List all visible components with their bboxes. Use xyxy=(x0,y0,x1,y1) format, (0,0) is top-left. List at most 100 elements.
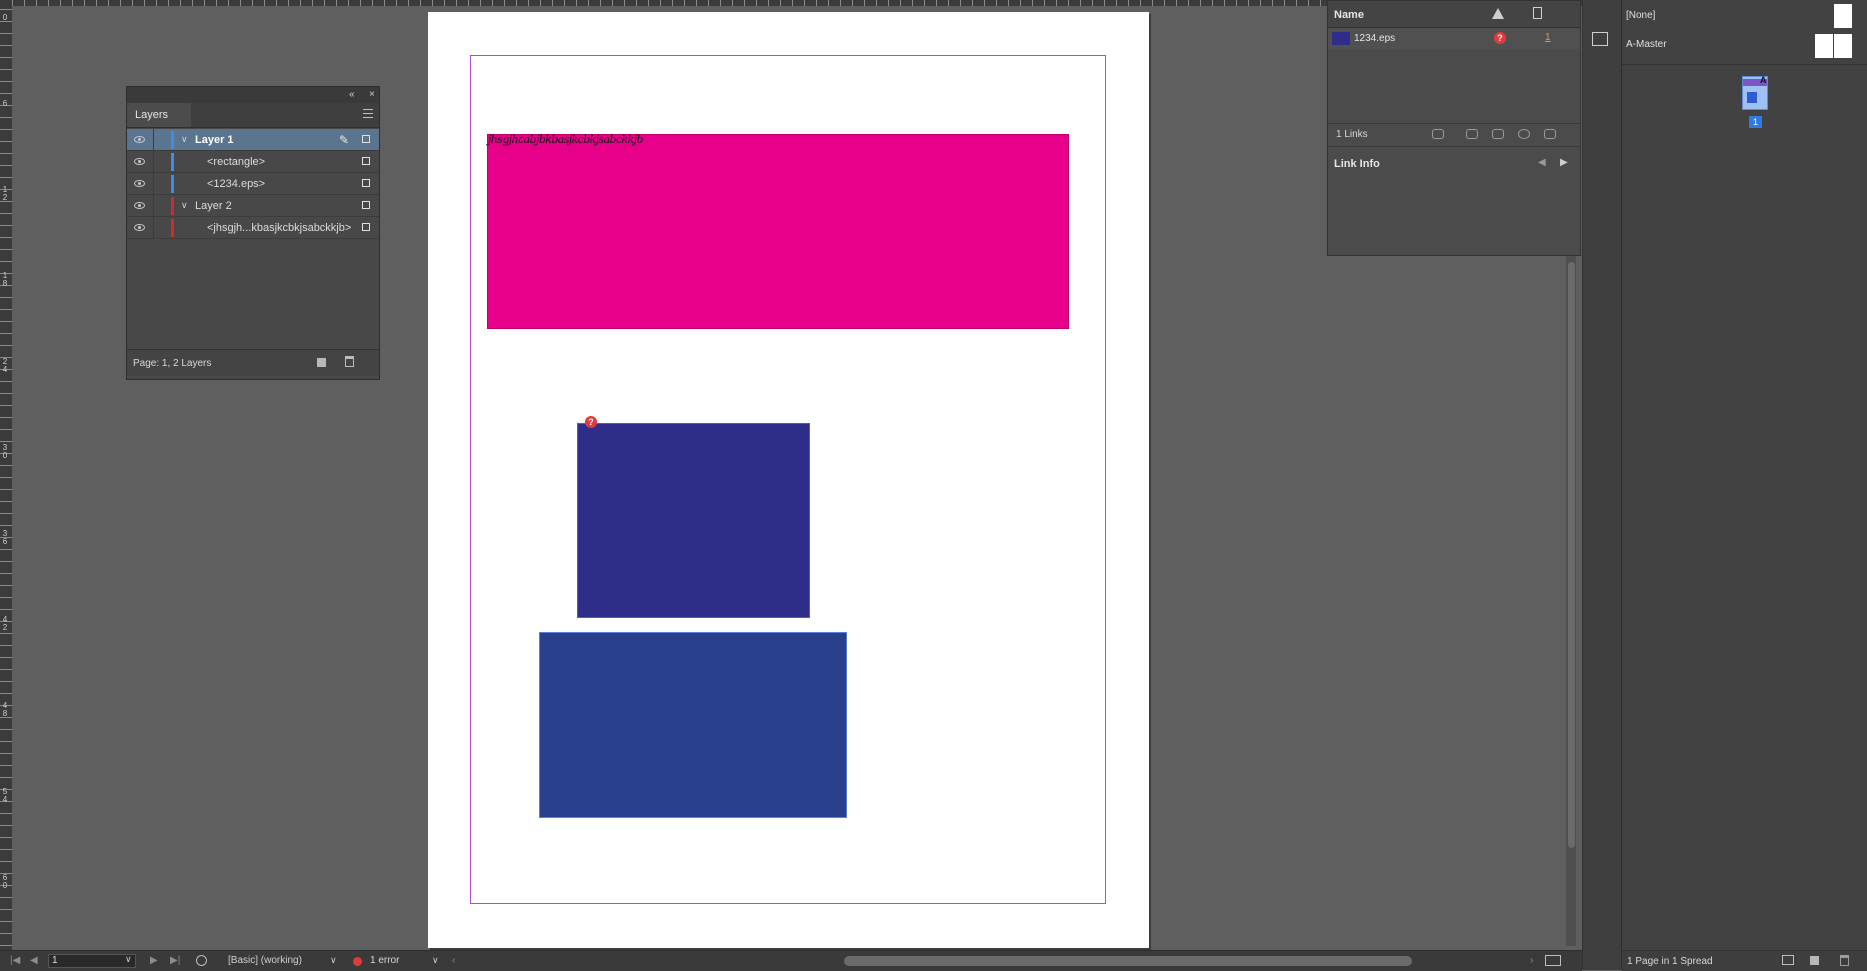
lock-column[interactable] xyxy=(153,129,154,151)
edit-original-icon[interactable] xyxy=(1544,129,1556,139)
missing-link-icon[interactable]: ? xyxy=(1494,32,1506,44)
chevron-down-icon[interactable]: ∨ xyxy=(181,134,188,145)
visibility-eye-icon[interactable] xyxy=(134,158,145,165)
close-panel-icon[interactable]: × xyxy=(369,89,375,100)
text-frame[interactable]: jhsgjhcabjbkbasjkcbkjsabckkjb xyxy=(488,133,644,146)
layers-summary: Page: 1, 2 Layers xyxy=(133,358,212,369)
scroll-left-icon[interactable]: ‹ xyxy=(452,955,455,966)
pages-panel: [None] A-Master A 1 1 Page in 1 Spread xyxy=(1621,0,1867,971)
a-master-left-thumbnail[interactable] xyxy=(1815,34,1833,58)
collapse-panel-icon[interactable]: « xyxy=(349,89,355,100)
missing-link-badge-icon[interactable]: ? xyxy=(585,416,597,428)
lock-column[interactable] xyxy=(153,151,154,173)
visibility-eye-icon[interactable] xyxy=(134,202,145,209)
lock-column[interactable] xyxy=(153,195,154,217)
blue-rectangle-frame[interactable] xyxy=(539,632,847,818)
panel-titlebar[interactable]: « × xyxy=(127,87,379,103)
split-window-icon[interactable] xyxy=(1545,955,1561,966)
collapsed-panel-strip xyxy=(1582,0,1622,970)
layer-row-rectangle[interactable]: <rectangle> xyxy=(127,151,379,173)
ruler-number: 3 0 xyxy=(2,443,8,460)
cloud-link-icon[interactable] xyxy=(1432,129,1444,139)
visibility-eye-icon[interactable] xyxy=(134,224,145,231)
next-arrow-icon[interactable]: ▶ xyxy=(1560,157,1568,168)
ruler-number: 6 0 xyxy=(2,873,8,890)
lock-column[interactable] xyxy=(153,217,154,239)
layer-row-layer-1[interactable]: ∨ Layer 1 ✎ xyxy=(127,129,379,151)
new-page-icon[interactable] xyxy=(1810,956,1819,965)
visibility-eye-icon[interactable] xyxy=(134,136,145,143)
scroll-right-icon[interactable]: › xyxy=(1530,955,1533,966)
ruler-number: 0 xyxy=(2,13,8,22)
layer-row-eps[interactable]: <1234.eps> xyxy=(127,173,379,195)
layer-color-strip xyxy=(171,175,174,193)
update-link-icon[interactable] xyxy=(1518,129,1530,139)
page-column-icon[interactable] xyxy=(1533,7,1542,19)
preflight-errors[interactable]: 1 error xyxy=(370,955,399,966)
relink-icon[interactable] xyxy=(1466,129,1478,139)
prev-page-icon[interactable]: ◀ xyxy=(30,955,38,966)
panel-icon[interactable] xyxy=(1592,32,1608,46)
page-number-badge[interactable]: 1 xyxy=(1749,116,1762,128)
warning-icon[interactable] xyxy=(1492,8,1504,19)
none-thumbnail[interactable] xyxy=(1834,4,1852,28)
visibility-eye-icon[interactable] xyxy=(134,180,145,187)
trash-icon[interactable] xyxy=(1840,955,1849,966)
page-number-field[interactable]: 1 xyxy=(48,954,136,968)
next-page-icon[interactable]: ▶ xyxy=(150,955,158,966)
new-layer-icon[interactable] xyxy=(317,358,326,367)
pink-rectangle-frame[interactable] xyxy=(487,134,1069,329)
first-page-icon[interactable]: |◀ xyxy=(10,955,20,966)
layer-label: Layer 2 xyxy=(195,200,232,212)
open-page-icon[interactable] xyxy=(196,955,207,966)
error-status-icon xyxy=(353,957,362,966)
prev-arrow-icon[interactable]: ◀ xyxy=(1538,157,1546,168)
chevron-down-icon[interactable]: ∨ xyxy=(432,955,439,966)
layer-row-layer-2[interactable]: ∨ Layer 2 xyxy=(127,195,379,217)
tab-layers[interactable]: Layers xyxy=(127,103,191,127)
link-info-label[interactable]: Link Info xyxy=(1334,158,1380,170)
last-page-icon[interactable]: ▶| xyxy=(170,955,180,966)
ruler-number: 6 xyxy=(2,99,8,108)
vertical-scroll-thumb[interactable] xyxy=(1568,262,1575,848)
object-label: <1234.eps> xyxy=(207,178,266,190)
edit-page-size-icon[interactable] xyxy=(1782,955,1794,965)
master-none[interactable]: [None] xyxy=(1626,10,1655,21)
selection-square-icon[interactable] xyxy=(362,179,370,187)
link-thumbnail xyxy=(1332,32,1350,45)
chevron-down-icon[interactable]: ∨ xyxy=(181,200,188,211)
selection-square-icon[interactable] xyxy=(362,201,370,209)
a-master-right-thumbnail[interactable] xyxy=(1834,34,1852,58)
panel-menu-icon[interactable] xyxy=(363,109,373,118)
selection-square-icon[interactable] xyxy=(362,135,370,143)
column-header-name[interactable]: Name xyxy=(1334,9,1364,21)
chevron-down-icon[interactable]: ∨ xyxy=(330,955,337,966)
link-page-number[interactable]: 1 xyxy=(1545,32,1551,43)
object-label: <rectangle> xyxy=(207,156,266,168)
ruler-number: 5 4 xyxy=(2,787,8,804)
ruler-number: 1 8 xyxy=(2,271,8,288)
horizontal-scroll-thumb[interactable] xyxy=(844,956,1412,966)
link-row[interactable]: 1234.eps ? 1 xyxy=(1328,29,1580,49)
layer-row-text-frame[interactable]: <jhsgjh...kbasjkcbkjsabckkjb> xyxy=(127,217,379,239)
master-a[interactable]: A-Master xyxy=(1626,39,1667,50)
link-info-bar: Link Info ◀ ▶ xyxy=(1328,153,1580,173)
preflight-profile[interactable]: [Basic] (working) xyxy=(228,955,302,966)
chevron-down-icon[interactable]: ∨ xyxy=(125,954,132,965)
goto-link-icon[interactable] xyxy=(1492,129,1504,139)
links-toolbar: 1 Links xyxy=(1328,123,1580,147)
trash-icon[interactable] xyxy=(345,356,354,367)
pages-divider xyxy=(1622,64,1867,65)
layer-color-strip xyxy=(171,219,174,237)
pages-footer: 1 Page in 1 Spread xyxy=(1622,950,1867,971)
selection-square-icon[interactable] xyxy=(362,157,370,165)
ruler-number: 2 4 xyxy=(2,357,8,374)
links-count[interactable]: 1 Links xyxy=(1336,129,1368,140)
eps-image-frame[interactable] xyxy=(577,423,810,618)
selection-square-icon[interactable] xyxy=(362,223,370,231)
links-header[interactable]: Name xyxy=(1328,1,1580,28)
object-label: <jhsgjh...kbasjkcbkjsabckkjb> xyxy=(207,222,352,234)
ruler-number: 3 6 xyxy=(2,529,8,546)
lock-column[interactable] xyxy=(153,173,154,195)
layers-panel-footer: Page: 1, 2 Layers xyxy=(127,349,379,376)
